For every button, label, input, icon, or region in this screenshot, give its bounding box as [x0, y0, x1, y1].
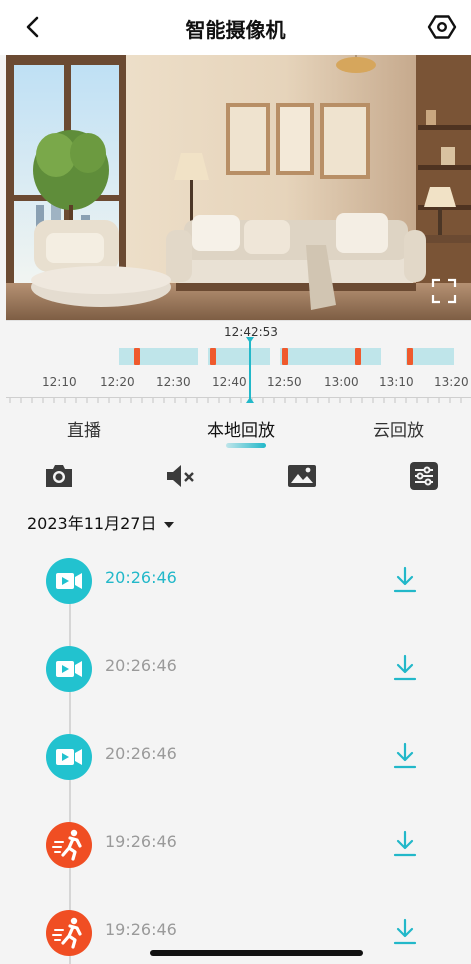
playhead-top-marker [246, 337, 254, 343]
recording-time: 20:26:46 [105, 744, 177, 763]
playhead-cursor[interactable] [249, 340, 251, 402]
recording-list: 20:26:46 20:26:46 20:26:46 19:26:46 19:2… [0, 540, 471, 964]
download-icon[interactable] [392, 917, 418, 947]
time-tick-label: 12:40 [212, 375, 247, 389]
hexagon-settings-icon[interactable] [427, 12, 457, 42]
video-recording-icon [46, 734, 92, 780]
sliders-icon[interactable] [407, 459, 441, 493]
home-indicator [150, 950, 363, 956]
motion-detection-icon [46, 822, 92, 868]
living-room-image [6, 55, 471, 320]
list-item[interactable]: 20:26:46 [0, 638, 471, 698]
tab-cloud-playback[interactable]: 云回放 [373, 416, 424, 441]
mute-icon[interactable] [163, 459, 197, 493]
recording-time: 19:26:46 [105, 920, 177, 939]
recording-segment[interactable] [208, 348, 270, 365]
timeline-ruler [6, 397, 471, 403]
caret-down-icon [164, 521, 175, 528]
time-tick-label: 12:10 [42, 375, 77, 389]
recording-time: 19:26:46 [105, 832, 177, 851]
fullscreen-icon[interactable] [431, 278, 457, 304]
playback-tabs: 直播 本地回放 云回放 [0, 406, 471, 454]
camera-video-feed[interactable] [6, 55, 471, 320]
top-bar: 智能摄像机 [0, 0, 471, 55]
video-recording-icon [46, 646, 92, 692]
recording-time: 20:26:46 [105, 656, 177, 675]
video-recording-icon [46, 558, 92, 604]
list-item[interactable]: 19:26:46 [0, 814, 471, 874]
download-icon[interactable] [392, 653, 418, 683]
event-marker[interactable] [282, 348, 288, 365]
tab-live[interactable]: 直播 [67, 416, 101, 441]
playback-timeline[interactable]: 12:42:53 12:10 12:20 12:30 12:40 12:50 1… [6, 320, 471, 407]
download-icon[interactable] [392, 741, 418, 771]
time-tick-label: 12:30 [156, 375, 191, 389]
event-marker[interactable] [355, 348, 361, 365]
recording-segment[interactable] [119, 348, 198, 365]
time-tick-label: 13:00 [324, 375, 359, 389]
list-item[interactable]: 20:26:46 [0, 550, 471, 610]
camera-icon[interactable] [42, 459, 76, 493]
image-icon[interactable] [285, 459, 319, 493]
recording-segment[interactable] [280, 348, 381, 365]
time-tick-label: 12:50 [267, 375, 302, 389]
download-icon[interactable] [392, 829, 418, 859]
list-item[interactable]: 20:26:46 [0, 726, 471, 786]
date-label: 2023年11月27日 [27, 514, 157, 533]
date-selector[interactable]: 2023年11月27日 [27, 510, 175, 534]
time-tick-label: 13:10 [379, 375, 414, 389]
app-screen: 智能摄像机 12:42:53 12:10 12:20 12:30 12:40 1… [0, 0, 471, 964]
download-icon[interactable] [392, 565, 418, 595]
tab-local-playback[interactable]: 本地回放 [207, 416, 275, 441]
recording-segment[interactable] [406, 348, 454, 365]
event-marker[interactable] [407, 348, 413, 365]
event-marker[interactable] [210, 348, 216, 365]
playhead-bottom-marker [246, 397, 254, 403]
motion-detection-icon [46, 910, 92, 956]
action-toolbar [0, 454, 471, 498]
time-tick-label: 13:20 [434, 375, 469, 389]
page-title: 智能摄像机 [185, 18, 286, 42]
event-marker[interactable] [134, 348, 140, 365]
recording-time: 20:26:46 [105, 568, 177, 587]
active-tab-indicator [226, 443, 266, 448]
time-tick-label: 12:20 [100, 375, 135, 389]
